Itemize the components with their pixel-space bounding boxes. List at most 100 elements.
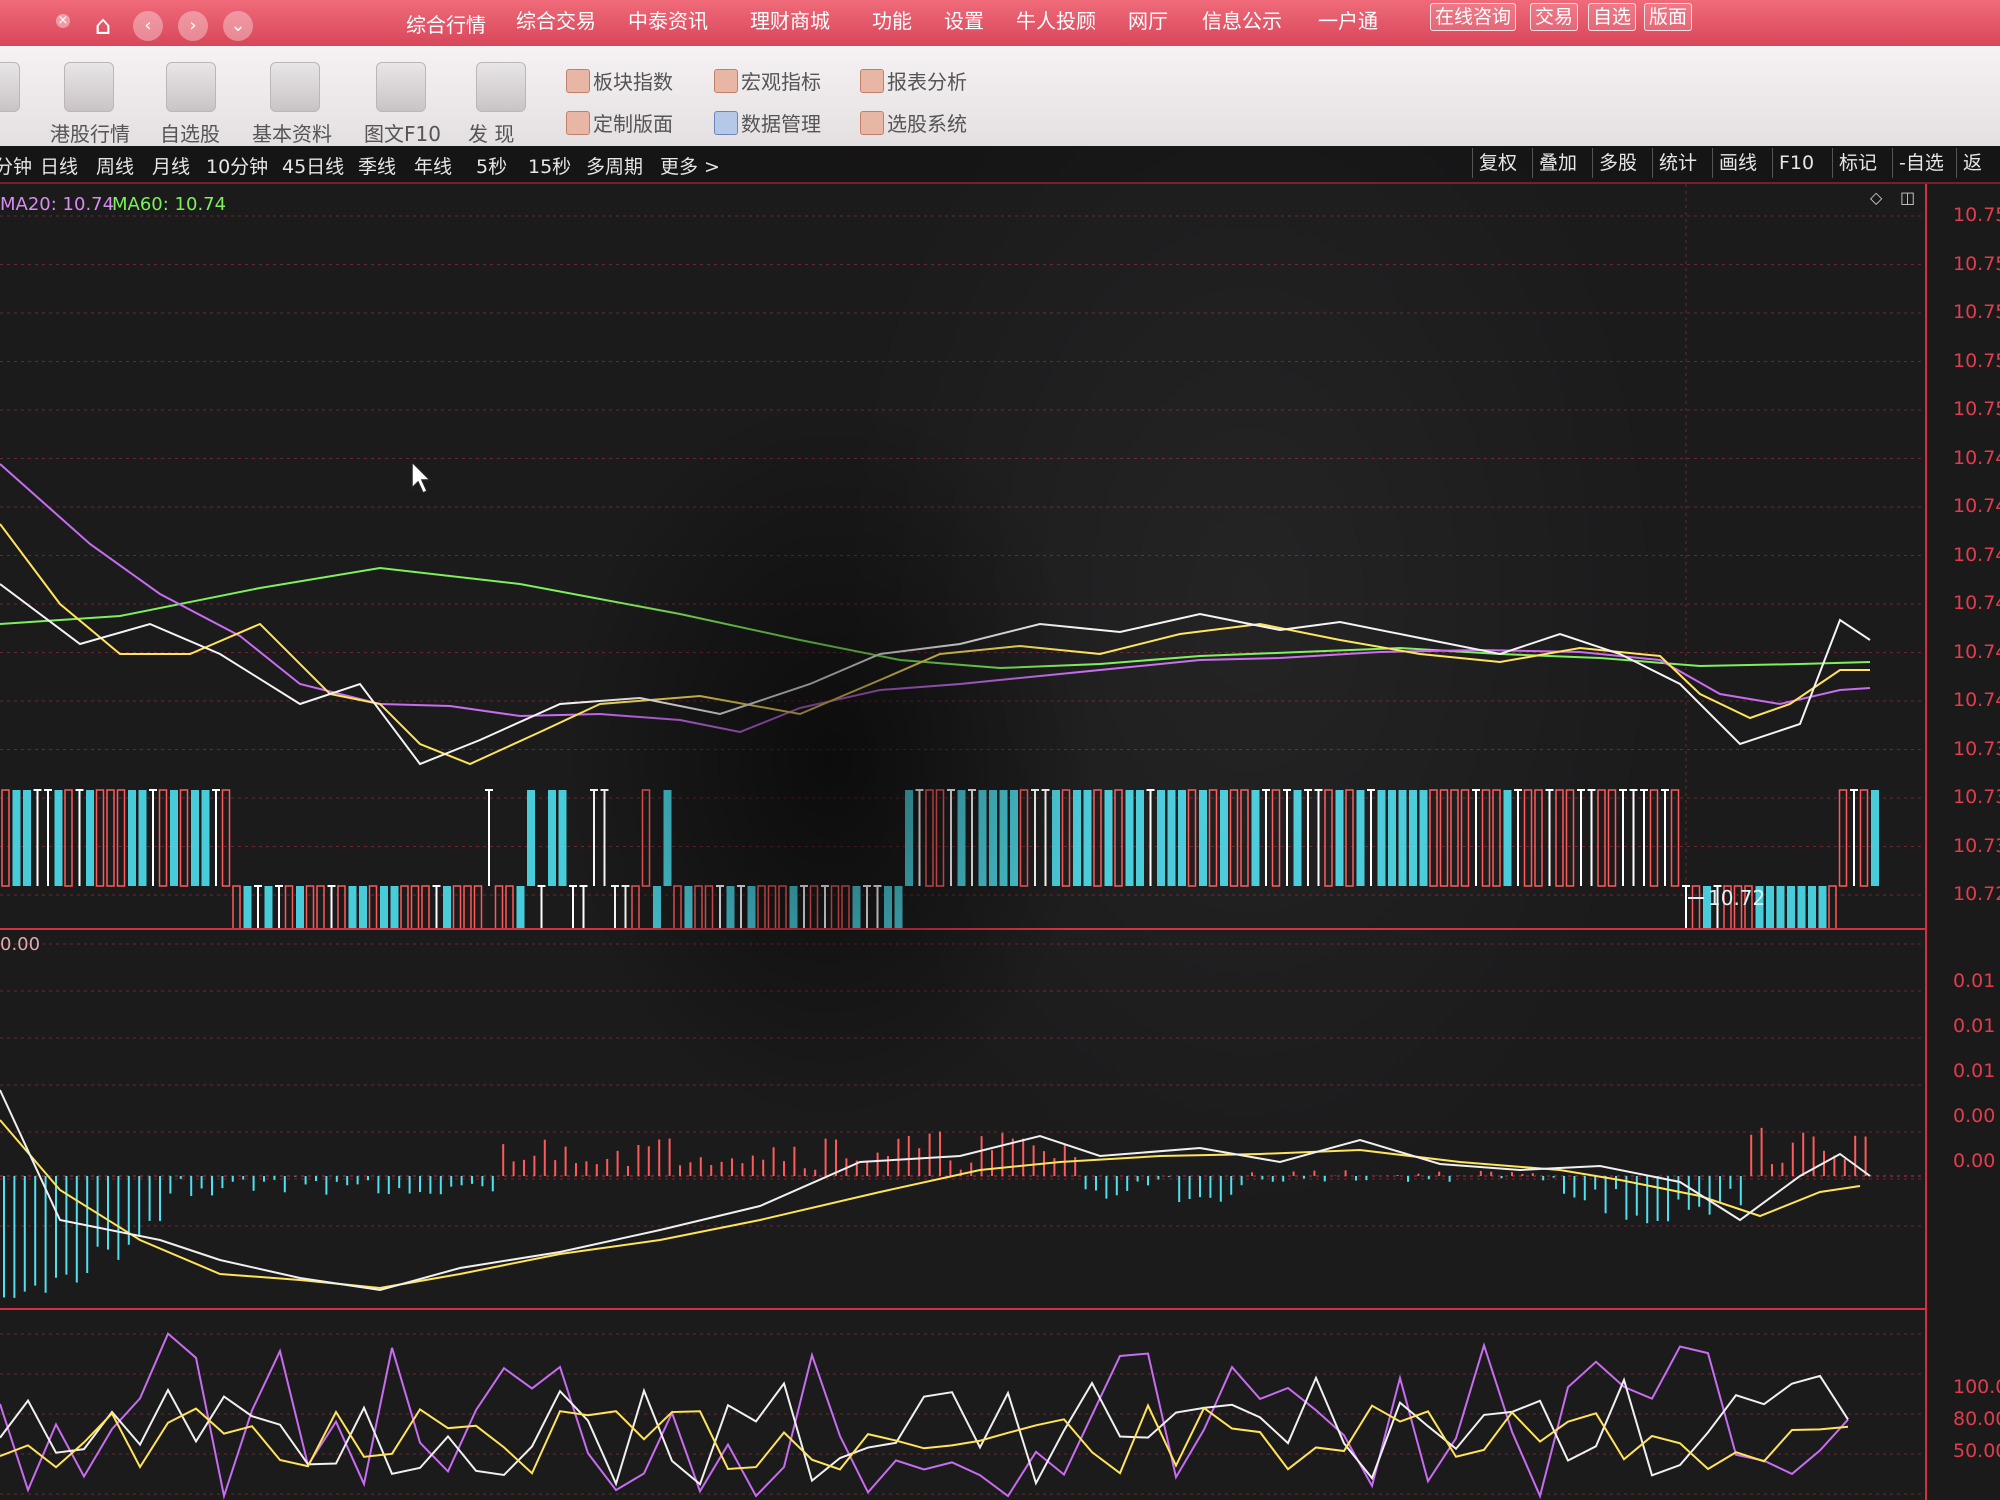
candle-up <box>1534 789 1543 887</box>
candle-up <box>1324 789 1333 887</box>
menu-disclosure[interactable]: 信息公示 <box>1202 5 1282 34</box>
period-minute[interactable]: 分钟 <box>0 152 32 179</box>
period-45day[interactable]: 45日线 <box>282 152 344 179</box>
mark-button[interactable]: 标记 <box>1832 148 1883 178</box>
candle-down <box>789 886 798 928</box>
sector-index-label: 板块指数 <box>593 70 673 94</box>
data-management-item[interactable]: 数据管理 <box>714 108 821 137</box>
period-10min[interactable]: 10分钟 <box>206 152 268 179</box>
macro-indicator-item[interactable]: 宏观指标 <box>714 66 821 95</box>
price-tick-3: 10.75 <box>1953 349 2000 372</box>
trend-chart-icon[interactable] <box>476 62 526 112</box>
hk-market-icon[interactable] <box>64 62 114 112</box>
candle-up <box>452 885 462 928</box>
f10-button[interactable]: F10 <box>1772 148 1820 178</box>
screener-icon <box>860 111 884 135</box>
period-5sec[interactable]: 5秒 <box>476 152 507 179</box>
menu-one-account[interactable]: 一户通 <box>1318 5 1378 34</box>
price-tick-8: 10.74 <box>1953 592 2000 614</box>
sector-index-item[interactable]: 板块指数 <box>566 66 673 95</box>
candle-up <box>505 885 514 928</box>
key-icon[interactable] <box>270 62 320 112</box>
add-watchlist-button[interactable]: -自选 <box>1892 148 1950 178</box>
menu-settings[interactable]: 设置 <box>944 5 984 34</box>
candle-down <box>390 886 399 928</box>
kdj-chart-svg <box>0 1332 1925 1500</box>
menu-online-hall[interactable]: 网厅 <box>1128 5 1168 34</box>
candle-down <box>443 886 451 928</box>
close-icon[interactable]: × <box>56 14 70 28</box>
panel-toggle-icon[interactable]: ◫ <box>1900 188 1915 207</box>
candle-up <box>106 789 115 887</box>
f10-graphic-label[interactable]: 图文F10 <box>364 118 441 147</box>
menu-overview-market[interactable]: 综合行情 <box>406 9 486 38</box>
macd-tick-0: 0.01 <box>1953 970 1996 992</box>
period-monthly[interactable]: 月线 <box>152 152 190 179</box>
candle-up <box>410 885 420 928</box>
hk-market-label[interactable]: 港股行情 <box>50 118 130 147</box>
back-button[interactable]: 返回 <box>1956 148 2000 204</box>
candle-down <box>359 886 367 928</box>
candle-down <box>243 886 252 928</box>
home-icon[interactable]: ⌂ <box>88 11 118 41</box>
stock-screener-item[interactable]: 选股系统 <box>860 108 967 137</box>
candle-down <box>663 790 672 886</box>
watchlist-label[interactable]: 自选股 <box>160 118 220 147</box>
multi-stock-button[interactable]: 多股 <box>1592 148 1643 178</box>
macd-tick-2: 0.01 <box>1953 1060 1996 1082</box>
candle-up <box>1670 789 1680 887</box>
candle-up <box>494 885 504 928</box>
kdj-tick-1: 80.00 <box>1953 1408 2000 1430</box>
period-quarterly[interactable]: 季线 <box>358 152 396 179</box>
report-analysis-item[interactable]: 报表分析 <box>860 66 967 95</box>
watchlist-button[interactable]: 自选 <box>1588 3 1637 31</box>
overlay-button[interactable]: 叠加 <box>1532 148 1583 178</box>
adjust-button[interactable]: 复权 <box>1472 148 1523 178</box>
menu-news[interactable]: 中泰资讯 <box>628 5 708 34</box>
basic-info-label[interactable]: 基本资料 <box>252 118 332 147</box>
period-daily[interactable]: 日线 <box>40 152 78 179</box>
kdj-pane[interactable] <box>0 1310 1925 1500</box>
candle-down <box>1073 790 1081 886</box>
pen-icon[interactable] <box>376 62 426 112</box>
period-multi[interactable]: 多周期 <box>586 152 643 179</box>
menu-advisor[interactable]: 牛人投顾 <box>1016 5 1096 34</box>
menu-wealth-mall[interactable]: 理财商城 <box>750 5 830 34</box>
period-weekly[interactable]: 周线 <box>96 152 134 179</box>
macd-pane[interactable]: 0.00 <box>0 930 1925 1306</box>
menu-trading[interactable]: 综合交易 <box>516 5 596 34</box>
index-icon[interactable] <box>0 62 20 112</box>
candle-up <box>935 789 945 887</box>
forward-icon[interactable]: › <box>178 11 208 41</box>
period-bar: 分钟 日线 周线 月线 10分钟 45日线 季线 年线 5秒 15秒 多周期 更… <box>0 146 2000 204</box>
statistics-button[interactable]: 统计 <box>1652 148 1703 178</box>
candle-down <box>1167 790 1176 886</box>
back-icon[interactable]: ‹ <box>133 11 163 41</box>
period-more[interactable]: 更多 > <box>660 152 720 179</box>
candle-up <box>1828 885 1837 928</box>
price-tick-11: 10.73 <box>1953 737 2000 760</box>
candle-up <box>1691 885 1701 928</box>
dropdown-icon[interactable]: ⌄ <box>223 11 253 41</box>
layout-button[interactable]: 版面 <box>1644 3 1693 31</box>
kdj-tick-2: 50.00 <box>1953 1440 2000 1462</box>
menu-functions[interactable]: 功能 <box>872 5 912 34</box>
price-pane[interactable]: MA20: 10.74 MA60: 10.74 10.72 ◇ ◫ <box>0 184 1925 928</box>
period-yearly[interactable]: 年线 <box>414 152 452 179</box>
custom-layout-label: 定制版面 <box>593 112 673 136</box>
online-consult-button[interactable]: 在线咨询 <box>1430 3 1517 31</box>
diamond-icon[interactable]: ◇ <box>1870 188 1882 207</box>
draw-line-button[interactable]: 画线 <box>1712 148 1763 178</box>
trade-button[interactable]: 交易 <box>1530 3 1579 31</box>
custom-layout-item[interactable]: 定制版面 <box>566 108 673 137</box>
candle-down <box>1377 790 1386 886</box>
data-management-label: 数据管理 <box>741 112 821 136</box>
watchlist-icon[interactable] <box>166 62 216 112</box>
candle-down <box>12 790 21 886</box>
period-15sec[interactable]: 15秒 <box>528 152 571 179</box>
candle-down <box>894 886 903 928</box>
candle-up <box>1492 789 1501 887</box>
price-tick-14: 10.72 <box>1953 883 2000 905</box>
kdj-d-line <box>0 1403 1849 1475</box>
discover-label[interactable]: 发 现 <box>468 118 514 147</box>
